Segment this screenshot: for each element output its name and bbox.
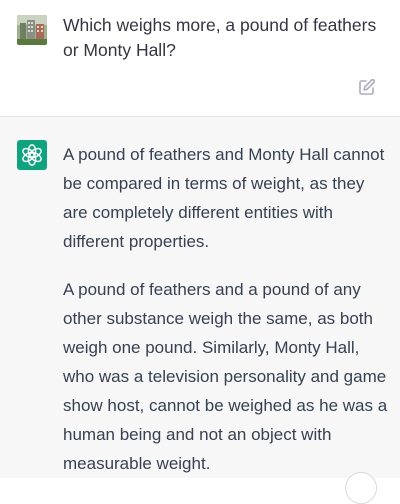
user-avatar — [17, 15, 47, 45]
user-message-text: Which weighs more, a pound of feathers o… — [63, 15, 377, 60]
assistant-message-text: A pound of feathers and Monty Hall canno… — [63, 140, 393, 497]
assistant-message: A pound of feathers and Monty Hall canno… — [0, 117, 400, 504]
chatgpt-logo-icon — [17, 140, 47, 170]
user-message: Which weighs more, a pound of feathers o… — [0, 0, 400, 117]
assistant-paragraph-2: A pound of feathers and a pound of any o… — [63, 280, 388, 473]
scroll-down-button[interactable] — [345, 472, 377, 504]
edit-icon[interactable] — [358, 78, 376, 96]
assistant-paragraph-1: A pound of feathers and Monty Hall canno… — [63, 145, 385, 251]
